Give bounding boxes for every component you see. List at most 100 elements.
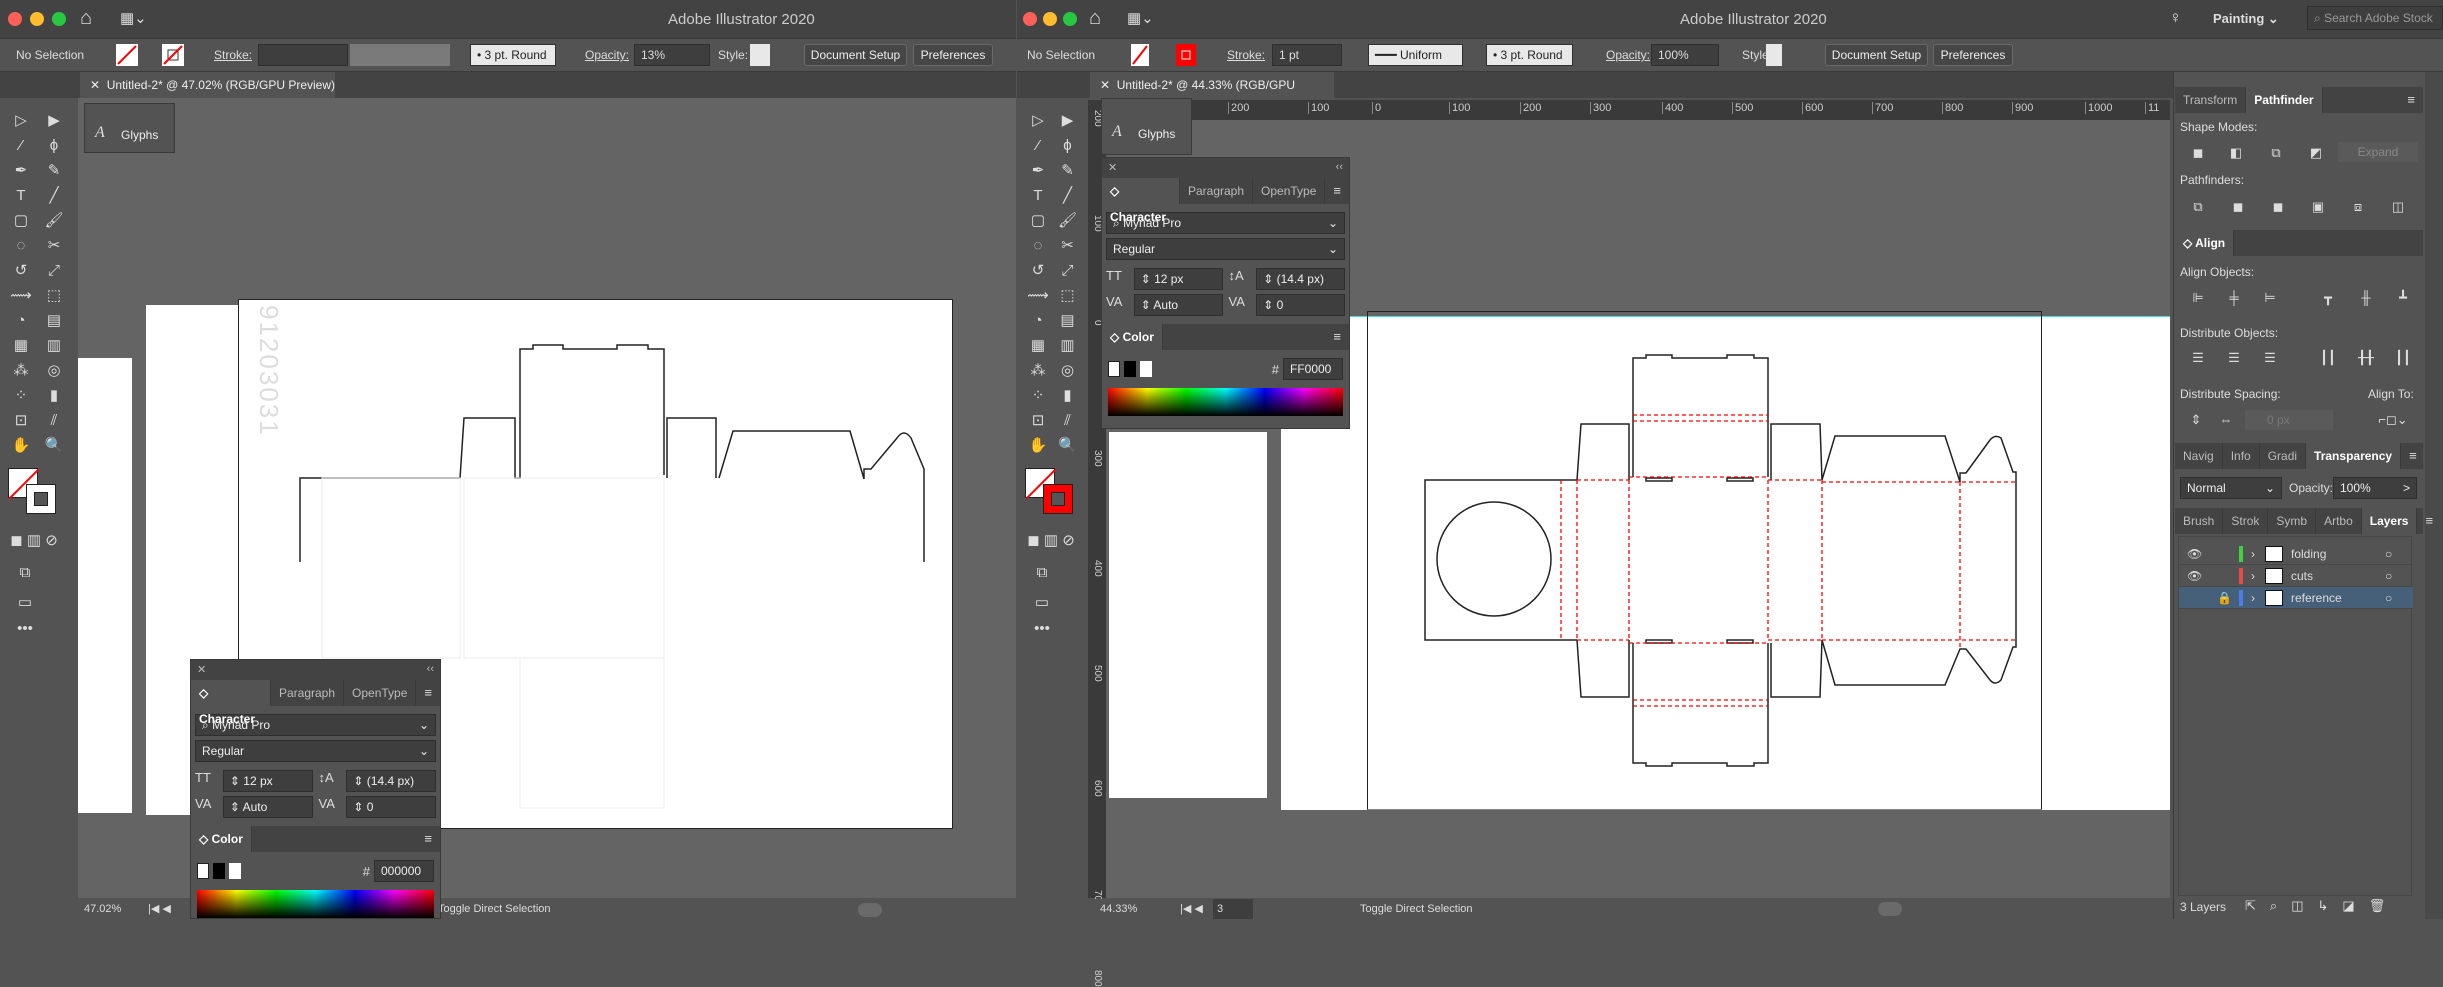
paintbrush-tool-icon[interactable]: 🖌 <box>1055 210 1081 232</box>
stroke-swatch[interactable] <box>162 44 184 66</box>
slice-tool-icon[interactable]: ⫽ <box>1055 410 1081 432</box>
free-transform-tool-icon[interactable]: ⬚ <box>41 285 67 307</box>
zoom-level[interactable]: 47.02% <box>84 899 121 919</box>
panel-menu-icon[interactable]: ≡ <box>2401 443 2425 469</box>
new-sublayer-icon[interactable]: ↳ <box>2317 898 2342 913</box>
tab-transparency[interactable]: Transparency <box>2306 443 2402 469</box>
rectangle-tool-icon[interactable]: ▢ <box>8 210 34 232</box>
color-spectrum[interactable] <box>197 890 434 918</box>
divide-icon[interactable]: ⧉ <box>2188 199 2208 215</box>
align-left-icon[interactable]: ⊫ <box>2188 290 2208 306</box>
distribute-hcenter-icon[interactable]: ╂╂ <box>2356 350 2376 366</box>
first-artboard-icon[interactable]: |◀ ◀ <box>1180 899 1203 919</box>
screen-mode-icon[interactable]: ▭ <box>12 592 38 614</box>
line-tool-icon[interactable]: ╱ <box>1055 185 1081 207</box>
home-icon[interactable]: ⌂ <box>1089 7 1101 30</box>
preferences-button[interactable]: Preferences <box>1933 44 2013 66</box>
color-spectrum[interactable] <box>1108 388 1343 416</box>
fill-swatch[interactable] <box>1131 44 1149 66</box>
stroke-weight-field[interactable]: 1 pt <box>1272 44 1342 66</box>
minimize-window-button[interactable] <box>30 12 44 26</box>
align-bottom-icon[interactable]: ┻ <box>2393 290 2413 306</box>
magic-wand-tool-icon[interactable]: ⁄ <box>8 135 34 157</box>
artboard-tool-icon[interactable]: ⊡ <box>1025 410 1051 432</box>
intersect-icon[interactable]: ⧉ <box>2266 145 2286 161</box>
layer-row-reference[interactable]: 🔒 › reference ○ <box>2179 587 2413 609</box>
blend-mode-select[interactable]: Normal ⌄ <box>2180 477 2282 499</box>
opacity-field[interactable]: 13% <box>634 44 710 66</box>
leading-field[interactable]: ⇕ (14.4 px) <box>1256 268 1345 290</box>
font-style-select[interactable]: Regular ⌄ <box>195 740 436 762</box>
document-tab[interactable]: ✕ Untitled-2* @ 44.33% (RGB/GPU Preview) <box>1090 72 1334 118</box>
hand-tool-icon[interactable]: ✋ <box>1025 435 1051 457</box>
symbol-sprayer-tool-icon[interactable]: ⁘ <box>1025 385 1051 407</box>
hand-tool-icon[interactable]: ✋ <box>8 435 34 457</box>
eyedropper-tool-icon[interactable]: ⁂ <box>1025 360 1051 382</box>
artboard-tool-icon[interactable]: ⊡ <box>8 410 34 432</box>
close-window-button[interactable] <box>1023 12 1037 26</box>
character-panel[interactable]: ✕‹‹ ◇ CharacterParagraphOpenType≡ ⌕ Myri… <box>1101 157 1350 429</box>
tab-character[interactable]: ◇ Character <box>191 680 271 726</box>
font-size-field[interactable]: ⇕ 12 px <box>222 770 313 792</box>
opacity-label[interactable]: Opacity: <box>585 48 629 62</box>
shape-builder-tool-icon[interactable]: ◔ <box>1025 310 1051 332</box>
rotate-tool-icon[interactable]: ↺ <box>8 260 34 282</box>
glyphs-panel[interactable]: A Glyphs <box>1101 98 1192 155</box>
direct-selection-tool-icon[interactable]: ▶ <box>1055 110 1081 132</box>
perspective-grid-tool-icon[interactable]: ▤ <box>1055 310 1081 332</box>
delete-icon[interactable]: 🗑 <box>2369 898 2400 913</box>
pen-tool-icon[interactable]: ✒ <box>1025 160 1051 182</box>
scissors-tool-icon[interactable]: ✂ <box>41 235 67 257</box>
line-tool-icon[interactable]: ╱ <box>41 185 67 207</box>
layer-row-folding[interactable]: 👁 › folding ○ <box>2179 543 2413 565</box>
scale-tool-icon[interactable]: ⤢ <box>41 260 67 282</box>
distribute-right-icon[interactable]: ┃┃ <box>2393 350 2413 366</box>
selection-tool-icon[interactable]: ▷ <box>8 110 34 132</box>
align-to-selector-icon[interactable]: ⌐◻⌄ <box>2378 412 2408 428</box>
expand-chevron-icon[interactable]: › <box>2251 543 2255 565</box>
zoom-tool-icon[interactable]: 🔍 <box>1055 435 1081 457</box>
tab-paragraph[interactable]: Paragraph <box>271 680 345 706</box>
glyphs-panel[interactable]: A Glyphs <box>84 103 175 153</box>
artboard-number[interactable]: 3 <box>1213 899 1253 919</box>
panel-close-icon[interactable]: ✕ ‹‹ <box>1102 158 1349 178</box>
free-transform-tool-icon[interactable]: ⬚ <box>1055 285 1081 307</box>
panel-menu-icon[interactable]: ≡ <box>2399 87 2423 113</box>
white-swatch[interactable] <box>229 863 241 879</box>
tab-align[interactable]: ◇ Align <box>2175 230 2235 256</box>
width-tool-icon[interactable]: ⟿ <box>1025 285 1051 307</box>
exclude-icon[interactable]: ◩ <box>2306 145 2326 161</box>
workspace-layout-icon[interactable]: ▦⌄ <box>1127 9 1154 27</box>
close-window-button[interactable] <box>8 12 22 26</box>
scale-tool-icon[interactable]: ⤢ <box>1055 260 1081 282</box>
gradient-tool-icon[interactable]: ▥ <box>41 335 67 357</box>
black-swatch[interactable] <box>213 863 225 879</box>
scissors-tool-icon[interactable]: ✂ <box>1055 235 1081 257</box>
document-tab[interactable]: ✕ Untitled-2* @ 47.02% (RGB/GPU Preview) <box>80 72 335 98</box>
expand-chevron-icon[interactable]: › <box>2251 565 2255 587</box>
tab-artbo[interactable]: Artbo <box>2316 508 2362 534</box>
zoom-level[interactable]: 44.33% <box>1100 899 1137 919</box>
magic-wand-tool-icon[interactable]: ⁄ <box>1025 135 1051 157</box>
search-adobe-stock[interactable]: ⌕ Search Adobe Stock <box>2307 6 2443 30</box>
export-icon[interactable]: ⇱ <box>2245 898 2270 913</box>
horizontal-spacing-icon[interactable]: ⇔ <box>2216 412 2236 428</box>
fill-stroke-widget[interactable] <box>8 468 64 520</box>
tab-opentype[interactable]: OpenType <box>1253 178 1326 204</box>
distribute-bottom-icon[interactable]: ☰ <box>2260 350 2280 366</box>
eye-icon[interactable]: 👁 <box>2187 565 2202 587</box>
more-tools-icon[interactable]: ••• <box>12 618 38 640</box>
blend-tool-icon[interactable]: ◎ <box>41 360 67 382</box>
pen-tool-icon[interactable]: ✒ <box>8 160 34 182</box>
trim-icon[interactable]: ◼ <box>2228 199 2248 215</box>
eye-icon[interactable]: 👁 <box>2187 543 2202 565</box>
shaper-tool-icon[interactable]: ◌ <box>1025 235 1051 257</box>
layer-name[interactable]: reference <box>2291 587 2342 609</box>
more-tools-icon[interactable]: ••• <box>1029 618 1055 640</box>
rotate-tool-icon[interactable]: ↺ <box>1025 260 1051 282</box>
stroke-label[interactable]: Stroke: <box>1227 48 1265 62</box>
opacity-field[interactable]: 100% <box>1651 44 1719 66</box>
tab-color[interactable]: ◇ Color <box>1102 324 1163 350</box>
zoom-tool-icon[interactable]: 🔍 <box>41 435 67 457</box>
font-family-select[interactable]: ⌕ Myriad Pro ⌄ <box>195 714 436 736</box>
